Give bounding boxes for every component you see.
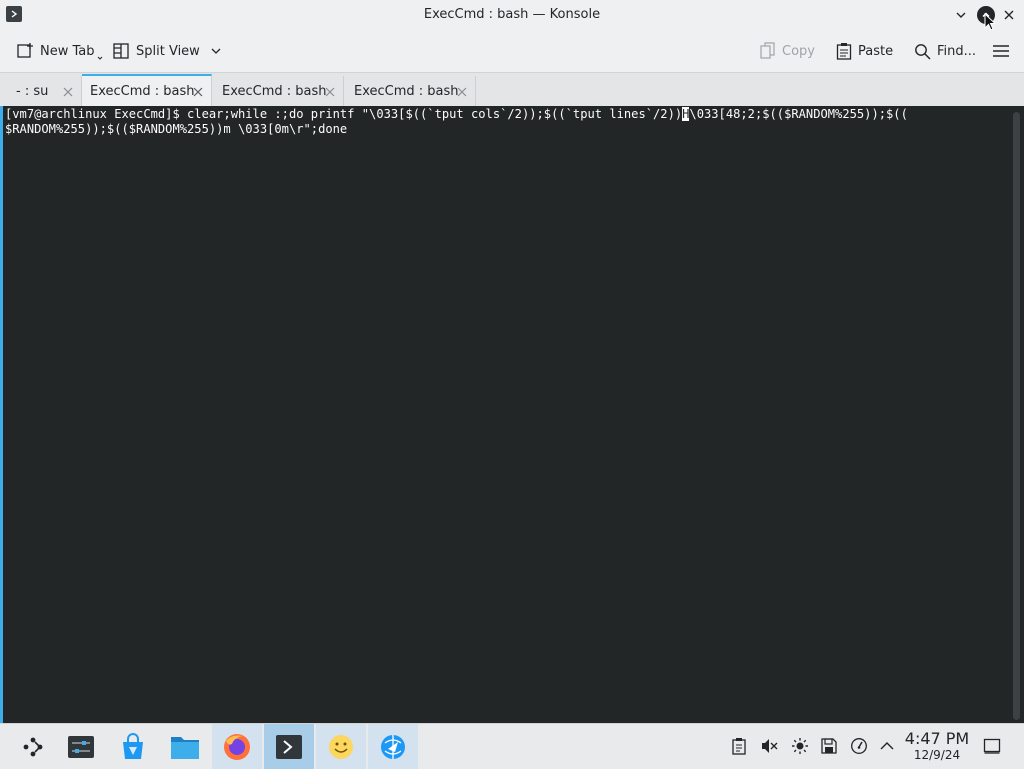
close-tab-icon[interactable]: [63, 87, 73, 97]
tab-execcmd-bash-2[interactable]: ExecCmd : bash: [212, 76, 344, 107]
hamburger-menu-button[interactable]: [992, 30, 1010, 72]
taskbar-clock[interactable]: 4:47 PM 12/9/24: [898, 729, 976, 763]
terminal-scrollbar[interactable]: [1013, 112, 1020, 720]
file-manager-icon[interactable]: [160, 724, 210, 769]
close-window-button[interactable]: [999, 5, 1019, 25]
discover-store-icon[interactable]: [108, 724, 158, 769]
chevron-down-icon: [211, 48, 221, 54]
find-label: Find...: [937, 43, 977, 59]
close-tab-icon[interactable]: [193, 87, 203, 97]
network-speed-icon[interactable]: [849, 736, 869, 756]
terminal-line1-before-cursor: [vm7@archlinux ExecCmd]$ clear;while :;d…: [5, 107, 683, 121]
close-tab-icon[interactable]: [457, 87, 467, 97]
tab-execcmd-bash-3[interactable]: ExecCmd : bash: [344, 76, 476, 107]
new-tab-label: New Tab: [40, 43, 95, 59]
chevron-up-icon[interactable]: [877, 736, 897, 756]
browser-globe-icon[interactable]: [368, 724, 418, 769]
taskbar: 4:47 PM 12/9/24: [0, 723, 1024, 769]
tab-su[interactable]: - : su: [6, 76, 82, 107]
find-button[interactable]: Find...: [914, 30, 976, 72]
copy-button[interactable]: Copy: [760, 30, 815, 72]
copy-icon: [760, 42, 775, 59]
window-title: ExecCmd : bash — Konsole: [423, 7, 601, 22]
disk-save-icon[interactable]: [819, 736, 839, 756]
paste-button[interactable]: Paste: [836, 30, 893, 72]
search-icon: [915, 43, 931, 60]
split-view-button[interactable]: Split View: [112, 30, 222, 72]
new-tab-icon: [17, 43, 33, 58]
close-tab-icon[interactable]: [325, 87, 335, 97]
tab-label: - : su: [16, 84, 49, 99]
smiley-app-icon[interactable]: [316, 724, 366, 769]
tab-execcmd-bash-active[interactable]: ExecCmd : bash: [82, 74, 212, 107]
firefox-icon[interactable]: [212, 724, 262, 769]
application-launcher-icon[interactable]: [8, 724, 58, 769]
chevron-down-icon: [956, 12, 966, 18]
mouse-pointer-icon: [984, 13, 996, 31]
split-view-icon: [113, 43, 129, 59]
tab-label: ExecCmd : bash: [90, 84, 195, 99]
terminal-area[interactable]: [vm7@archlinux ExecCmd]$ clear;while :;d…: [0, 106, 1024, 723]
minimize-button[interactable]: [951, 5, 971, 25]
new-tab-button[interactable]: New Tab: [16, 30, 103, 72]
clock-date: 12/9/24: [913, 748, 961, 762]
konsole-icon[interactable]: [264, 724, 314, 769]
close-icon: [1004, 10, 1014, 20]
terminal-line1-after-cursor: \033[48;2;$(($RANDOM%255));$((: [689, 107, 908, 121]
title-bar: ExecCmd : bash — Konsole: [0, 0, 1024, 31]
split-view-label: Split View: [136, 43, 200, 59]
brightness-icon[interactable]: [790, 736, 810, 756]
toolbar: New Tab Split View Copy Paste Find...: [0, 30, 1024, 72]
dropdown-indicator-icon: [97, 56, 102, 60]
system-settings-icon[interactable]: [56, 724, 106, 769]
copy-label: Copy: [782, 43, 815, 59]
clock-time: 4:47 PM: [904, 729, 970, 748]
paste-icon: [836, 43, 852, 60]
clipboard-icon[interactable]: [729, 736, 749, 756]
volume-muted-icon[interactable]: [759, 736, 779, 756]
tab-label: ExecCmd : bash: [354, 84, 459, 99]
terminal-line2: $RANDOM%255));$(($RANDOM%255))m \033[0m\…: [5, 122, 348, 136]
hamburger-menu-icon: [993, 45, 1009, 57]
tab-label: ExecCmd : bash: [222, 84, 327, 99]
tab-bar: - : su ExecCmd : bash ExecCmd : bash Exe…: [0, 72, 1024, 107]
paste-label: Paste: [858, 43, 894, 59]
terminal-output: [vm7@archlinux ExecCmd]$ clear;while :;d…: [5, 107, 1005, 137]
show-desktop-icon[interactable]: [982, 736, 1002, 756]
